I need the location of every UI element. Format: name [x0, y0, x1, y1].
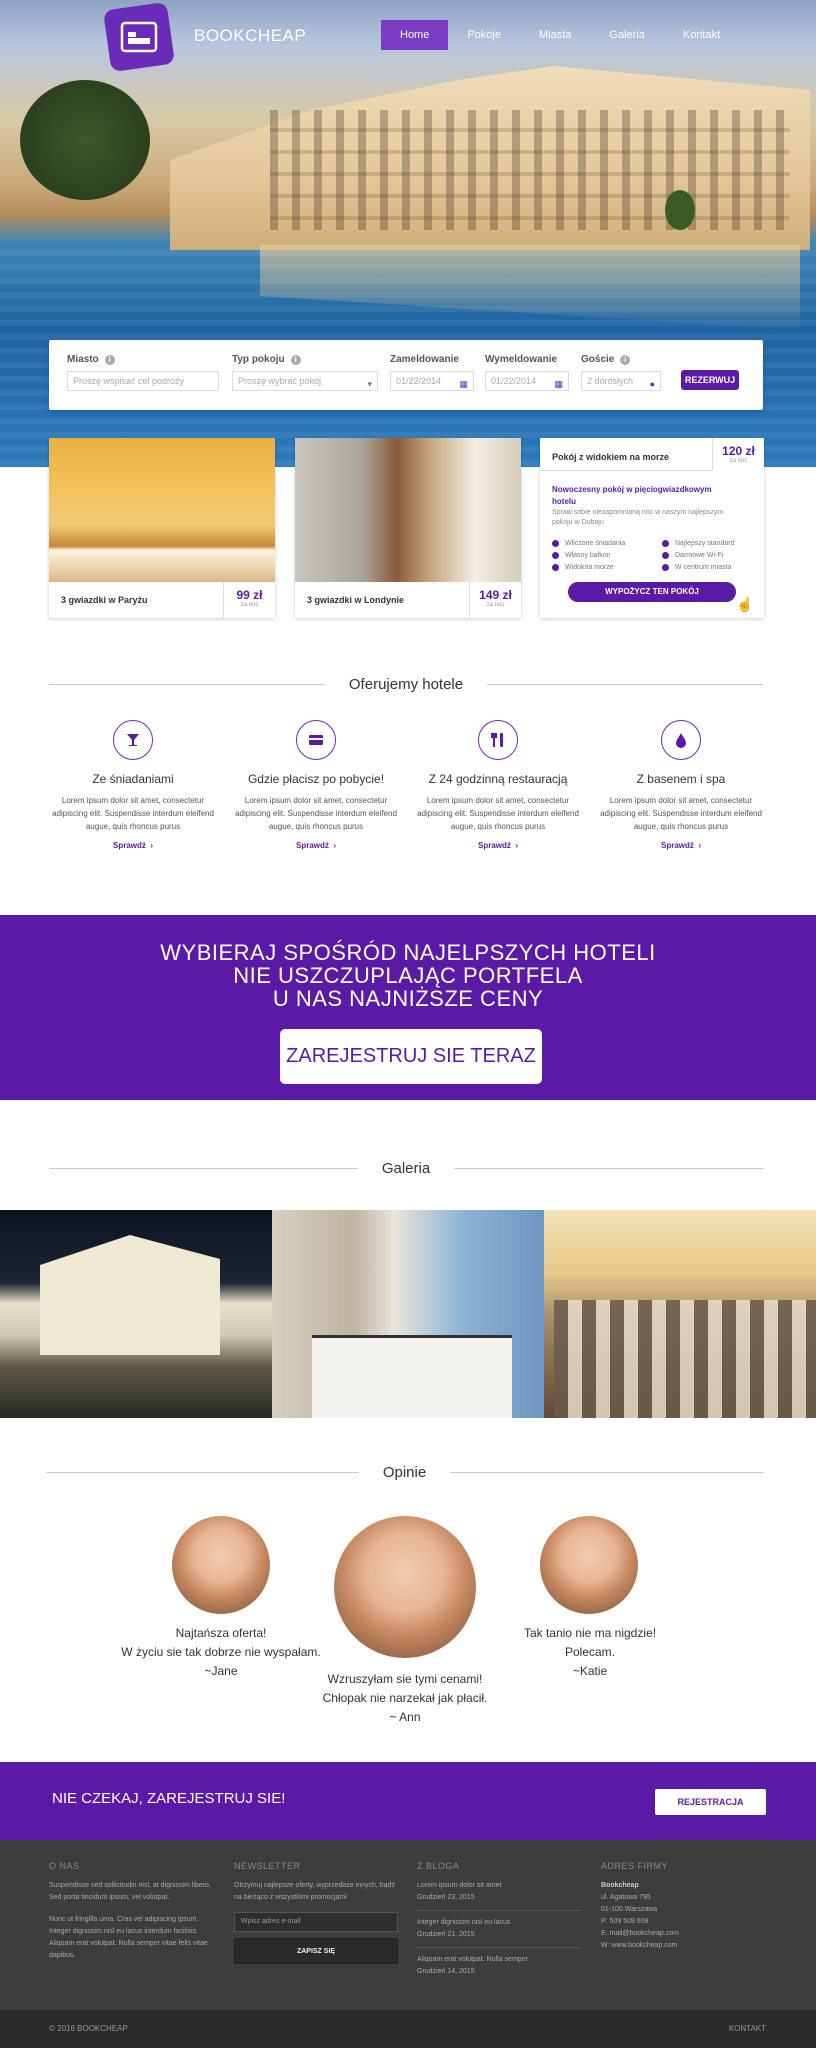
gallery-image[interactable]	[544, 1210, 816, 1418]
avatar	[172, 1516, 270, 1614]
offer-caption: 3 gwiazdki w Londynie	[307, 595, 405, 605]
offer-price: 99 zł za noc	[223, 582, 275, 618]
checkout-label: Wymeldowanie	[485, 354, 558, 365]
website-link[interactable]: W: www.bookcheap.com	[601, 1940, 761, 1952]
banner-text: WYBIERAJ SPOŚRÓD NAJELPSZYCH HOTELI NIE …	[160, 940, 656, 1011]
promo-headline: Nowoczesny pokój w pięciogwiazdkowym hot…	[552, 485, 712, 506]
booking-search-bar: Miasto i Proszę wspisać cel podróży Typ p…	[49, 340, 763, 410]
nav-home[interactable]: Home	[381, 20, 449, 50]
check-link[interactable]: Sprawdź ›	[413, 841, 583, 850]
offer-price: 149 zł za noc	[469, 582, 521, 618]
offer-card[interactable]: 3 gwiazdki w Paryżu 99 zł za noc	[49, 438, 275, 618]
offer-image	[295, 438, 521, 582]
footer-about: O NAS Suspendisse sed sollicitudin nisl,…	[49, 1861, 211, 1959]
footer-newsletter: NEWSLETTER Otrzymuj najlepsze oferty, wy…	[234, 1860, 398, 1964]
check-link[interactable]: Sprawdź ›	[231, 841, 401, 850]
promo-description: Spraw sobie niezapomnianą noc w naszym n…	[552, 509, 724, 526]
check-icon	[552, 539, 559, 547]
check-icon	[552, 563, 559, 571]
cocktail-icon	[113, 720, 153, 760]
newsletter-email-input[interactable]: Wpisz adres e-mail	[234, 1912, 398, 1932]
chevron-down-icon: ▾	[367, 379, 372, 389]
nav-gallery[interactable]: Galeria	[590, 20, 663, 50]
footer: O NAS Suspendisse sed sollicitudin nisl,…	[0, 1837, 816, 2010]
guests-input[interactable]: 2 dorosłych ●	[581, 371, 661, 391]
blog-post-link[interactable]: Aliquam erat volutpat. Nulla semper	[417, 1954, 581, 1966]
promo-title: Pokój z widokiem na morze	[552, 452, 670, 462]
book-button[interactable]: REZERWUJ	[681, 370, 739, 390]
offer-card[interactable]: 3 gwiazdki w Londynie 149 zł za noc	[295, 438, 521, 618]
calendar-icon: ▦	[554, 379, 563, 389]
credit-card-icon	[296, 720, 336, 760]
register-button[interactable]: REJESTRACJA	[655, 1789, 766, 1815]
cutlery-icon	[478, 720, 518, 760]
promo-price: 120 zł za noc	[712, 438, 764, 470]
info-icon[interactable]: i	[290, 354, 301, 365]
avatar	[334, 1516, 476, 1658]
register-strip-text: NIE CZEKAJ, ZAREJESTRUJ SIE!	[52, 1790, 286, 1807]
feature-pool-spa: Z basenem i spa Lorem ipsum dolor sit am…	[596, 720, 766, 850]
offer-caption: 3 gwiazdki w Paryżu	[61, 595, 148, 605]
check-icon	[552, 551, 559, 559]
check-icon	[662, 539, 669, 547]
logo[interactable]	[102, 1, 176, 73]
check-link[interactable]: Sprawdź ›	[48, 841, 218, 850]
email-link[interactable]: E: mail@bookcheap.com	[601, 1928, 761, 1940]
footer-blog: Z BLOGA Lorem ipsum dolor sit amet Grudz…	[417, 1860, 581, 1978]
nav-contact[interactable]: Kontakt	[664, 20, 739, 50]
promo-features-right: Najlepszy standard Darmowe Wi-Fi W centr…	[662, 538, 735, 574]
nav-rooms[interactable]: Pokoje	[448, 20, 520, 50]
calendar-icon: ▦	[459, 379, 468, 389]
blog-post-link[interactable]: Integer dignissim nisl eu lacus	[417, 1917, 581, 1929]
feature-restaurant: Z 24 godzinną restauracją Lorem ipsum do…	[413, 720, 583, 850]
promo-banner: WYBIERAJ SPOŚRÓD NAJELPSZYCH HOTELI NIE …	[0, 915, 816, 1100]
rent-room-button[interactable]: WYPOŻYCZ TEN POKÓJ	[568, 582, 736, 602]
footer-contact-link[interactable]: KONTAKT	[729, 2024, 766, 2033]
gallery-image[interactable]	[272, 1210, 544, 1418]
brand-name[interactable]: BOOKCHEAP	[194, 26, 306, 46]
water-drop-icon	[661, 720, 701, 760]
features-heading: Oferujemy hotele	[49, 676, 764, 693]
hand-cursor-icon: ☝	[736, 596, 754, 612]
register-now-button[interactable]: ZAREJESTRUJ SIE TERAZ	[280, 1029, 542, 1084]
subscribe-button[interactable]: ZAPISZ SIĘ	[234, 1938, 398, 1964]
footer-address: ADRES FIRMY Bookcheap ul. Agatowa 795 01…	[601, 1860, 761, 1952]
testimonials-heading: Opinie	[46, 1464, 764, 1481]
gallery-heading: Galeria	[49, 1160, 764, 1177]
room-type-select[interactable]: Proszę wybrać pokój ▾	[232, 371, 378, 391]
gallery-image[interactable]	[0, 1210, 272, 1418]
nav-cities[interactable]: Miasta	[520, 20, 590, 50]
checkin-date-input[interactable]: 01/22/2014 ▦	[390, 371, 474, 391]
guests-label: Goście	[581, 354, 615, 365]
copyright-bar: © 2016 BOOKCHEAP KONTAKT	[0, 2010, 816, 2048]
info-icon[interactable]: i	[104, 354, 115, 365]
check-link[interactable]: Sprawdź ›	[596, 841, 766, 850]
register-strip: NIE CZEKAJ, ZAREJESTRUJ SIE! REJESTRACJA	[0, 1762, 816, 1837]
room-type-label: Typ pokoju	[232, 354, 285, 365]
check-icon	[662, 563, 669, 571]
promo-card: Pokój z widokiem na morze 120 zł za noc N…	[540, 438, 764, 618]
bed-icon	[120, 21, 158, 53]
main-nav: Home Pokoje Miasta Galeria Kontakt	[381, 20, 739, 50]
testimonial-quote: Tak tanio nie ma nigdzie! Polecam. ~Kati…	[523, 1626, 657, 1678]
checkout-date-input[interactable]: 01/22/2014 ▦	[485, 371, 569, 391]
blog-post-link[interactable]: Lorem ipsum dolor sit amet	[417, 1880, 581, 1892]
avatar	[540, 1516, 638, 1614]
feature-breakfast: Ze śniadaniami Lorem ipsum dolor sit ame…	[48, 720, 218, 850]
city-label: Miasto	[67, 354, 99, 365]
info-icon[interactable]: i	[620, 354, 631, 365]
user-icon: ●	[649, 379, 655, 389]
feature-pay-after: Gdzie płacisz po pobycie! Lorem ipsum do…	[231, 720, 401, 850]
city-input[interactable]: Proszę wspisać cel podróży	[67, 371, 219, 391]
promo-features-left: Wliczone śniadania Własny balkon Widokna…	[552, 538, 625, 574]
check-icon	[662, 551, 669, 559]
copyright-text: © 2016 BOOKCHEAP	[49, 2024, 128, 2033]
checkin-label: Zameldowanie	[390, 354, 459, 365]
offer-image	[49, 438, 275, 582]
